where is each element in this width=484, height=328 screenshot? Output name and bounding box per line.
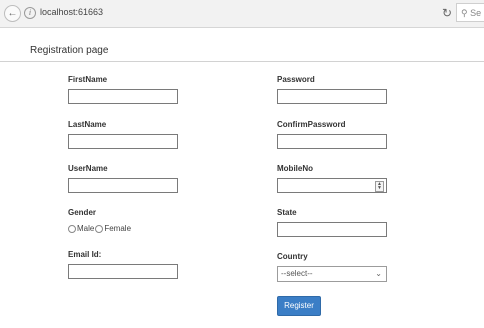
email-field[interactable] xyxy=(68,264,178,279)
first-name-field[interactable] xyxy=(68,89,178,104)
user-name-label: UserName xyxy=(68,164,108,173)
first-name-label: FirstName xyxy=(68,75,108,84)
male-radio[interactable] xyxy=(68,224,76,233)
address-bar[interactable]: localhost:61663 xyxy=(40,7,103,17)
state-field[interactable] xyxy=(277,222,387,237)
gender-radio-group: Male Female xyxy=(68,224,131,233)
user-name-field[interactable] xyxy=(68,178,178,193)
password-field[interactable] xyxy=(277,89,387,104)
browser-toolbar: ← i localhost:61663 ↻ ⚲ Se xyxy=(0,0,484,28)
number-stepper-icon[interactable]: ▲ ▼ xyxy=(375,181,384,192)
register-button[interactable]: Register xyxy=(277,296,321,316)
last-name-label: LastName xyxy=(68,120,107,129)
reload-icon[interactable]: ↻ xyxy=(442,6,452,20)
female-radio[interactable] xyxy=(95,224,104,233)
gender-label: Gender xyxy=(68,208,97,217)
email-label: Email Id: xyxy=(68,250,102,259)
female-radio-label: Female xyxy=(104,224,132,233)
page-title: Registration page xyxy=(30,45,109,56)
country-selected-value: --select-- xyxy=(281,269,313,278)
search-input[interactable]: ⚲ Se xyxy=(456,3,484,22)
chevron-down-icon: ⌄ xyxy=(375,269,382,278)
mobile-number-field[interactable]: ▲ ▼ xyxy=(277,178,387,193)
state-label: State xyxy=(277,208,297,217)
confirm-password-label: ConfirmPassword xyxy=(277,120,346,129)
mobile-label: MobileNo xyxy=(277,164,313,173)
last-name-field[interactable] xyxy=(68,134,178,149)
country-select[interactable]: --select-- ⌄ xyxy=(277,266,387,282)
male-radio-label: Male xyxy=(77,224,95,233)
confirm-password-field[interactable] xyxy=(277,134,387,149)
country-label: Country xyxy=(277,252,308,261)
info-icon[interactable]: i xyxy=(24,7,36,19)
title-divider xyxy=(0,61,484,62)
back-icon[interactable]: ← xyxy=(4,5,21,22)
search-icon: ⚲ xyxy=(461,8,468,18)
search-placeholder: Se xyxy=(470,8,482,18)
password-label: Password xyxy=(277,75,315,84)
